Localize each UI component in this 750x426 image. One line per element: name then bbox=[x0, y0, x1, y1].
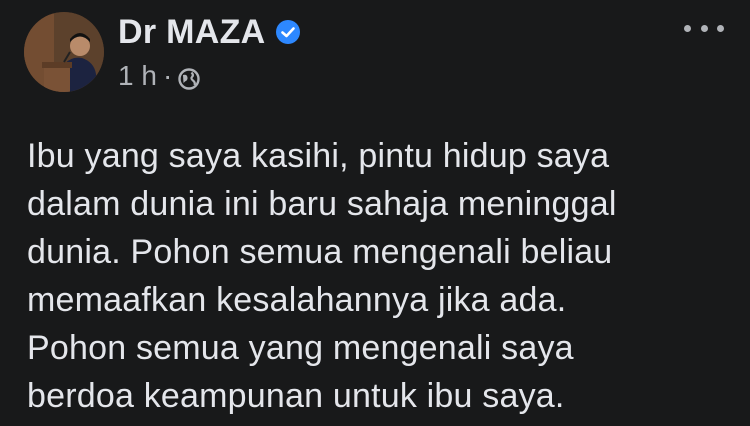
more-dot bbox=[700, 24, 708, 32]
post-text: Ibu yang saya kasihi, pintu hidup saya d… bbox=[27, 132, 727, 420]
verified-badge-icon bbox=[275, 19, 301, 45]
post-meta: 1 h · bbox=[118, 60, 301, 92]
more-dot bbox=[684, 24, 691, 32]
post-text-line: dalam dunia ini baru sahaja meninggal bbox=[27, 185, 617, 223]
post-text-line: berdoa keampunan untuk ibu saya. bbox=[27, 377, 565, 415]
avatar[interactable] bbox=[24, 12, 104, 92]
more-options-icon[interactable] bbox=[684, 18, 724, 38]
globe-icon[interactable] bbox=[178, 65, 200, 90]
post-timestamp[interactable]: 1 h bbox=[118, 60, 157, 92]
profile-photo-icon bbox=[24, 12, 104, 92]
author-name[interactable]: Dr MAZA bbox=[118, 13, 266, 52]
more-dot bbox=[717, 24, 724, 32]
post-text-line: memaafkan kesalahannya jika ada. bbox=[27, 281, 567, 319]
post-text-line: dunia. Pohon semua mengenali beliau bbox=[27, 233, 613, 271]
author-row: Dr MAZA bbox=[118, 8, 301, 56]
post-text-line: Pohon semua yang mengenali saya bbox=[27, 329, 574, 367]
author-block: Dr MAZA 1 h · bbox=[118, 8, 301, 92]
meta-separator: · bbox=[162, 60, 173, 91]
post-header: Dr MAZA 1 h · bbox=[24, 8, 726, 100]
post-text-line: Ibu yang saya kasihi, pintu hidup saya bbox=[27, 137, 610, 175]
